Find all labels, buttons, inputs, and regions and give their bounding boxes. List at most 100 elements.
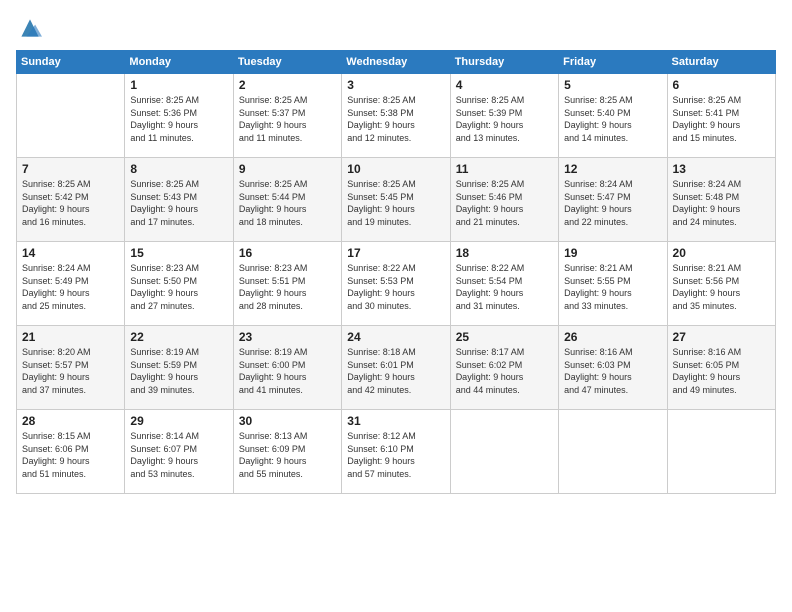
day-number: 27 [673,330,770,344]
day-number: 18 [456,246,553,260]
calendar-cell: 16 Sunrise: 8:23 AM Sunset: 5:51 PM Dayli… [233,242,341,326]
day-number: 16 [239,246,336,260]
week-row-3: 21 Sunrise: 8:20 AM Sunset: 5:57 PM Dayli… [17,326,776,410]
day-info: Sunrise: 8:24 AM Sunset: 5:48 PM Dayligh… [673,178,770,228]
calendar-cell: 17 Sunrise: 8:22 AM Sunset: 5:53 PM Dayli… [342,242,450,326]
calendar-cell: 21 Sunrise: 8:20 AM Sunset: 5:57 PM Dayli… [17,326,125,410]
day-info: Sunrise: 8:24 AM Sunset: 5:47 PM Dayligh… [564,178,661,228]
day-number: 3 [347,78,444,92]
day-info: Sunrise: 8:23 AM Sunset: 5:51 PM Dayligh… [239,262,336,312]
day-info: Sunrise: 8:20 AM Sunset: 5:57 PM Dayligh… [22,346,119,396]
calendar-cell: 5 Sunrise: 8:25 AM Sunset: 5:40 PM Daylig… [559,74,667,158]
day-number: 14 [22,246,119,260]
day-info: Sunrise: 8:21 AM Sunset: 5:55 PM Dayligh… [564,262,661,312]
calendar-cell: 19 Sunrise: 8:21 AM Sunset: 5:55 PM Dayli… [559,242,667,326]
calendar-cell [559,410,667,494]
calendar-cell [17,74,125,158]
week-row-4: 28 Sunrise: 8:15 AM Sunset: 6:06 PM Dayli… [17,410,776,494]
page: SundayMondayTuesdayWednesdayThursdayFrid… [0,0,792,612]
calendar-cell: 13 Sunrise: 8:24 AM Sunset: 5:48 PM Dayli… [667,158,775,242]
day-info: Sunrise: 8:25 AM Sunset: 5:43 PM Dayligh… [130,178,227,228]
header-day-sunday: Sunday [17,51,125,74]
day-info: Sunrise: 8:25 AM Sunset: 5:39 PM Dayligh… [456,94,553,144]
week-row-1: 7 Sunrise: 8:25 AM Sunset: 5:42 PM Daylig… [17,158,776,242]
calendar-cell: 10 Sunrise: 8:25 AM Sunset: 5:45 PM Dayli… [342,158,450,242]
header-day-tuesday: Tuesday [233,51,341,74]
day-number: 25 [456,330,553,344]
calendar-cell: 4 Sunrise: 8:25 AM Sunset: 5:39 PM Daylig… [450,74,558,158]
day-number: 30 [239,414,336,428]
day-info: Sunrise: 8:25 AM Sunset: 5:45 PM Dayligh… [347,178,444,228]
header-day-thursday: Thursday [450,51,558,74]
day-info: Sunrise: 8:24 AM Sunset: 5:49 PM Dayligh… [22,262,119,312]
calendar-cell: 3 Sunrise: 8:25 AM Sunset: 5:38 PM Daylig… [342,74,450,158]
day-info: Sunrise: 8:25 AM Sunset: 5:37 PM Dayligh… [239,94,336,144]
day-info: Sunrise: 8:12 AM Sunset: 6:10 PM Dayligh… [347,430,444,480]
day-info: Sunrise: 8:21 AM Sunset: 5:56 PM Dayligh… [673,262,770,312]
day-number: 29 [130,414,227,428]
day-info: Sunrise: 8:16 AM Sunset: 6:03 PM Dayligh… [564,346,661,396]
calendar-cell: 6 Sunrise: 8:25 AM Sunset: 5:41 PM Daylig… [667,74,775,158]
calendar-cell: 23 Sunrise: 8:19 AM Sunset: 6:00 PM Dayli… [233,326,341,410]
calendar-cell [667,410,775,494]
day-number: 1 [130,78,227,92]
day-info: Sunrise: 8:18 AM Sunset: 6:01 PM Dayligh… [347,346,444,396]
day-number: 9 [239,162,336,176]
calendar-cell: 8Sunrise: 8:25 AM Sunset: 5:43 PM Daylig… [125,158,233,242]
day-info: Sunrise: 8:25 AM Sunset: 5:42 PM Dayligh… [22,178,119,228]
day-info: Sunrise: 8:19 AM Sunset: 5:59 PM Dayligh… [130,346,227,396]
day-number: 13 [673,162,770,176]
day-number: 10 [347,162,444,176]
header-day-wednesday: Wednesday [342,51,450,74]
header-row: SundayMondayTuesdayWednesdayThursdayFrid… [17,51,776,74]
day-number: 2 [239,78,336,92]
day-number: 17 [347,246,444,260]
day-number: 23 [239,330,336,344]
day-info: Sunrise: 8:19 AM Sunset: 6:00 PM Dayligh… [239,346,336,396]
day-number: 4 [456,78,553,92]
day-number: 19 [564,246,661,260]
day-number: 28 [22,414,119,428]
calendar-cell: 18 Sunrise: 8:22 AM Sunset: 5:54 PM Dayli… [450,242,558,326]
day-info: Sunrise: 8:25 AM Sunset: 5:41 PM Dayligh… [673,94,770,144]
calendar-cell: 1Sunrise: 8:25 AM Sunset: 5:36 PM Daylig… [125,74,233,158]
calendar-cell: 15Sunrise: 8:23 AM Sunset: 5:50 PM Dayli… [125,242,233,326]
day-number: 6 [673,78,770,92]
header [16,16,776,40]
calendar-cell: 11 Sunrise: 8:25 AM Sunset: 5:46 PM Dayli… [450,158,558,242]
calendar-cell: 24 Sunrise: 8:18 AM Sunset: 6:01 PM Dayli… [342,326,450,410]
header-day-monday: Monday [125,51,233,74]
day-number: 12 [564,162,661,176]
day-info: Sunrise: 8:16 AM Sunset: 6:05 PM Dayligh… [673,346,770,396]
day-number: 15 [130,246,227,260]
calendar-cell: 2 Sunrise: 8:25 AM Sunset: 5:37 PM Daylig… [233,74,341,158]
day-info: Sunrise: 8:25 AM Sunset: 5:40 PM Dayligh… [564,94,661,144]
day-info: Sunrise: 8:14 AM Sunset: 6:07 PM Dayligh… [130,430,227,480]
day-info: Sunrise: 8:13 AM Sunset: 6:09 PM Dayligh… [239,430,336,480]
day-number: 7 [22,162,119,176]
calendar-cell: 28 Sunrise: 8:15 AM Sunset: 6:06 PM Dayli… [17,410,125,494]
day-number: 5 [564,78,661,92]
calendar-cell: 7 Sunrise: 8:25 AM Sunset: 5:42 PM Daylig… [17,158,125,242]
day-info: Sunrise: 8:25 AM Sunset: 5:46 PM Dayligh… [456,178,553,228]
day-number: 21 [22,330,119,344]
calendar-body: 1Sunrise: 8:25 AM Sunset: 5:36 PM Daylig… [17,74,776,494]
day-info: Sunrise: 8:17 AM Sunset: 6:02 PM Dayligh… [456,346,553,396]
calendar-cell: 25 Sunrise: 8:17 AM Sunset: 6:02 PM Dayli… [450,326,558,410]
calendar-cell: 29 Sunrise: 8:14 AM Sunset: 6:07 PM Dayli… [125,410,233,494]
calendar-table: SundayMondayTuesdayWednesdayThursdayFrid… [16,50,776,494]
day-number: 24 [347,330,444,344]
day-info: Sunrise: 8:22 AM Sunset: 5:53 PM Dayligh… [347,262,444,312]
day-number: 11 [456,162,553,176]
week-row-2: 14 Sunrise: 8:24 AM Sunset: 5:49 PM Dayli… [17,242,776,326]
day-info: Sunrise: 8:25 AM Sunset: 5:38 PM Dayligh… [347,94,444,144]
calendar-header: SundayMondayTuesdayWednesdayThursdayFrid… [17,51,776,74]
day-info: Sunrise: 8:22 AM Sunset: 5:54 PM Dayligh… [456,262,553,312]
calendar-cell: 31Sunrise: 8:12 AM Sunset: 6:10 PM Dayli… [342,410,450,494]
day-number: 26 [564,330,661,344]
calendar-cell: 14 Sunrise: 8:24 AM Sunset: 5:49 PM Dayli… [17,242,125,326]
header-day-friday: Friday [559,51,667,74]
calendar-cell: 27 Sunrise: 8:16 AM Sunset: 6:05 PM Dayli… [667,326,775,410]
calendar-cell: 30 Sunrise: 8:13 AM Sunset: 6:09 PM Dayli… [233,410,341,494]
day-info: Sunrise: 8:15 AM Sunset: 6:06 PM Dayligh… [22,430,119,480]
